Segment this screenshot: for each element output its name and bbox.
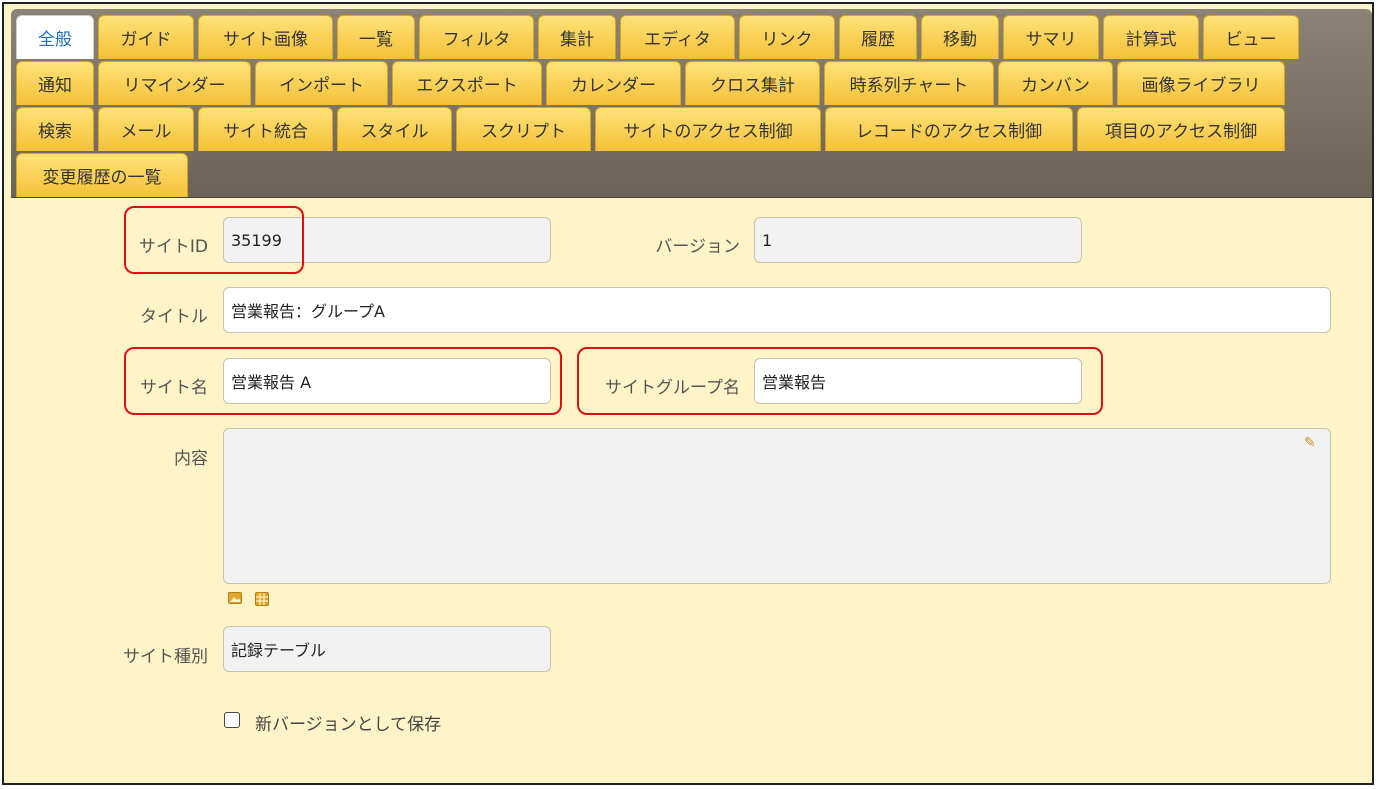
site-settings-panel: 全般 ガイド サイト画像 一覧 フィルタ 集計 エディタ リンク 履歴 移動 サ… xyxy=(2,2,1374,785)
save-new-version-label: 新バージョンとして保存 xyxy=(255,715,442,735)
title-input[interactable]: 営業報告：グループA xyxy=(223,287,1331,333)
pencil-icon[interactable]: ✎ xyxy=(1304,436,1316,450)
tab-site-image[interactable]: サイト画像 xyxy=(198,15,333,59)
tab-script[interactable]: スクリプト xyxy=(456,107,591,151)
tab-cross-tab[interactable]: クロス集計 xyxy=(685,61,820,105)
site-id-label: サイトID xyxy=(138,237,208,257)
tab-formula[interactable]: 計算式 xyxy=(1103,15,1199,59)
tab-reminder[interactable]: リマインダー xyxy=(98,61,251,105)
tab-time-series-chart[interactable]: 時系列チャート xyxy=(824,61,994,105)
site-id-field: 35199 xyxy=(223,217,551,263)
tab-bar: 全般 ガイド サイト画像 一覧 フィルタ 集計 エディタ リンク 履歴 移動 サ… xyxy=(11,9,1372,198)
site-name-label: サイト名 xyxy=(140,378,208,398)
tab-general[interactable]: 全般 xyxy=(16,15,94,59)
tab-history[interactable]: 履歴 xyxy=(839,15,917,59)
tab-editor[interactable]: エディタ xyxy=(620,15,735,59)
tab-row-1: 全般 ガイド サイト画像 一覧 フィルタ 集計 エディタ リンク 履歴 移動 サ… xyxy=(16,15,1299,59)
tab-search[interactable]: 検索 xyxy=(16,107,94,151)
image-icon[interactable] xyxy=(228,592,242,607)
tab-link[interactable]: リンク xyxy=(739,15,835,59)
tab-record-access-control[interactable]: レコードのアクセス制御 xyxy=(825,107,1073,151)
site-group-label: サイトグループ名 xyxy=(605,378,740,398)
tab-site-integration[interactable]: サイト統合 xyxy=(198,107,333,151)
tab-import[interactable]: インポート xyxy=(255,61,388,105)
tab-aggregation[interactable]: 集計 xyxy=(538,15,616,59)
tab-move[interactable]: 移動 xyxy=(921,15,999,59)
tab-row-4: 変更履歴の一覧 xyxy=(16,153,188,197)
tab-list[interactable]: 一覧 xyxy=(337,15,415,59)
tab-guide[interactable]: ガイド xyxy=(98,15,194,59)
title-label: タイトル xyxy=(140,307,208,327)
content-label: 内容 xyxy=(174,449,208,469)
tab-style[interactable]: スタイル xyxy=(337,107,452,151)
site-group-input[interactable]: 営業報告 xyxy=(754,358,1082,404)
save-new-version-checkbox[interactable] xyxy=(224,712,240,728)
tab-column-access-control[interactable]: 項目のアクセス制御 xyxy=(1077,107,1285,151)
site-name-input[interactable]: 営業報告 A xyxy=(223,358,551,404)
tab-change-history[interactable]: 変更履歴の一覧 xyxy=(16,153,188,197)
tab-row-2: 通知 リマインダー インポート エクスポート カレンダー クロス集計 時系列チャ… xyxy=(16,61,1285,105)
tab-site-access-control[interactable]: サイトのアクセス制御 xyxy=(595,107,821,151)
tab-kanban[interactable]: カンバン xyxy=(998,61,1113,105)
tab-image-library[interactable]: 画像ライブラリ xyxy=(1117,61,1285,105)
version-field: 1 xyxy=(754,217,1082,263)
site-type-field: 記録テーブル xyxy=(223,626,551,672)
content-textarea[interactable] xyxy=(223,428,1331,584)
version-label: バージョン xyxy=(655,237,740,257)
tab-calendar[interactable]: カレンダー xyxy=(546,61,681,105)
tab-export[interactable]: エクスポート xyxy=(392,61,542,105)
tab-view[interactable]: ビュー xyxy=(1203,15,1299,59)
tab-row-3: 検索 メール サイト統合 スタイル スクリプト サイトのアクセス制御 レコードの… xyxy=(16,107,1285,151)
tab-mail[interactable]: メール xyxy=(98,107,194,151)
tab-summary[interactable]: サマリ xyxy=(1003,15,1099,59)
tab-notification[interactable]: 通知 xyxy=(16,61,94,105)
grid-icon[interactable] xyxy=(255,592,269,609)
site-type-label: サイト種別 xyxy=(123,647,208,667)
tab-filter[interactable]: フィルタ xyxy=(419,15,534,59)
